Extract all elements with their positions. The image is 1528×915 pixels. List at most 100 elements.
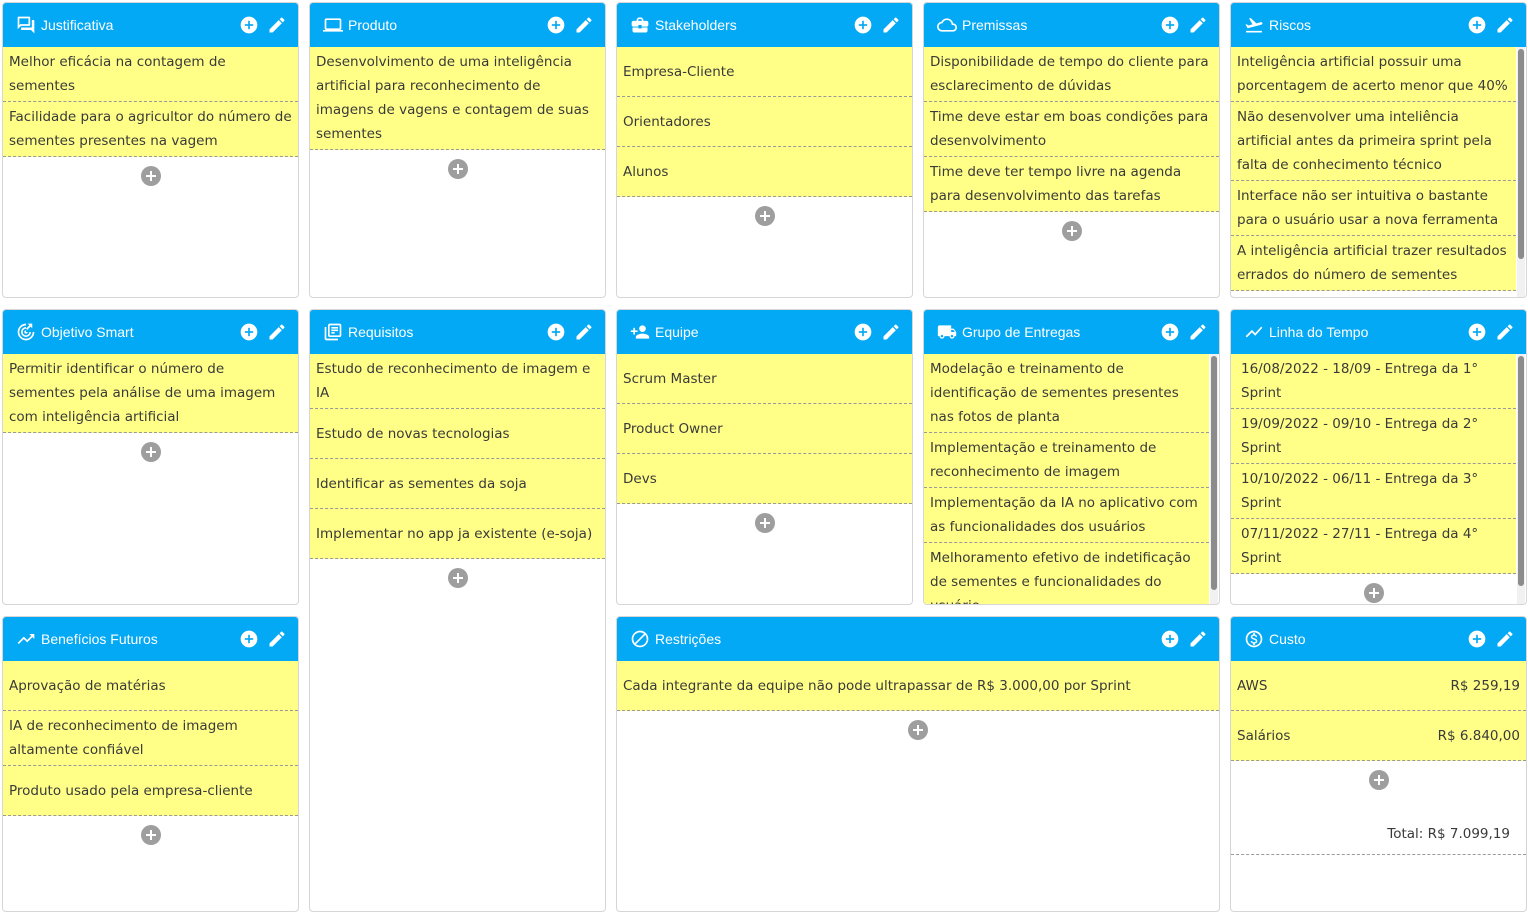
add-note-button[interactable]: [754, 206, 775, 226]
pencil-icon[interactable]: [1494, 321, 1516, 343]
note-card[interactable]: Estudo de novas tecnologias: [310, 409, 605, 459]
truck-icon: [936, 321, 958, 343]
plus-circle-icon[interactable]: [1159, 321, 1181, 343]
panel-title: Objetivo Smart: [41, 324, 134, 340]
panel-objetivo-smart: Objetivo Smart Permitir identificar o nú…: [2, 309, 299, 605]
note-card[interactable]: Melhoramento efetivo de indetificação de…: [924, 543, 1209, 604]
note-card[interactable]: Scrum Master: [617, 354, 912, 404]
chat-icon: [15, 14, 37, 36]
add-note-button[interactable]: [447, 568, 468, 588]
note-card[interactable]: Implementar no app ja existente (e-soja): [310, 509, 605, 559]
plus-circle-icon[interactable]: [1466, 628, 1488, 650]
note-card[interactable]: Time deve estar em boas condições para d…: [924, 102, 1219, 157]
panel-title: Benefícios Futuros: [41, 631, 158, 647]
note-card[interactable]: Facilidade para o agricultor do número d…: [3, 102, 298, 157]
add-note-button[interactable]: [140, 825, 161, 845]
note-card[interactable]: Melhor eficácia na contagem de sementes: [3, 47, 298, 102]
trending-up-icon: [15, 628, 37, 650]
panel-title: Grupo de Entregas: [962, 324, 1081, 340]
cost-item[interactable]: AWS R$ 259,19: [1231, 661, 1526, 711]
note-card[interactable]: Estudo de reconhecimento de imagem e IA: [310, 354, 605, 409]
pencil-icon[interactable]: [1187, 628, 1209, 650]
add-note-button[interactable]: [1061, 221, 1082, 241]
plus-circle-icon[interactable]: [852, 14, 874, 36]
add-note-button[interactable]: [908, 720, 928, 740]
note-card[interactable]: 10/10/2022 - 06/11 - Entrega da 3° Sprin…: [1231, 464, 1516, 519]
note-card[interactable]: Permitir identificar o número de semente…: [3, 354, 298, 433]
cost-item[interactable]: Salários R$ 6.840,00: [1231, 711, 1526, 761]
add-note-button[interactable]: [140, 166, 161, 186]
panel-body: Scrum Master Product Owner Devs: [617, 354, 912, 604]
panel-body: Inteligência artificial possuir uma porc…: [1231, 47, 1516, 297]
scrollbar[interactable]: [1210, 354, 1218, 604]
pencil-icon[interactable]: [266, 321, 288, 343]
plus-circle-icon[interactable]: [1159, 14, 1181, 36]
note-card[interactable]: Implementação da IA no aplicativo com as…: [924, 488, 1209, 543]
pencil-icon[interactable]: [266, 14, 288, 36]
panel-body: Empresa-Cliente Orientadores Alunos: [617, 47, 912, 297]
pencil-icon[interactable]: [1187, 14, 1209, 36]
note-card[interactable]: A inteligência artificial trazer resulta…: [1231, 236, 1516, 291]
note-card[interactable]: Orientadores: [617, 97, 912, 147]
panel-equipe: Equipe Scrum Master Product Owner Devs: [616, 309, 913, 605]
plus-circle-icon[interactable]: [1466, 14, 1488, 36]
pencil-icon[interactable]: [1187, 321, 1209, 343]
note-card[interactable]: Devs: [617, 454, 912, 504]
note-card[interactable]: 16/08/2022 - 18/09 - Entrega da 1° Sprin…: [1231, 354, 1516, 409]
panel-title: Justificativa: [41, 17, 114, 33]
pencil-icon[interactable]: [573, 321, 595, 343]
note-card[interactable]: Identificar as sementes da soja: [310, 459, 605, 509]
panel-body: Modelação e treinamento de identificação…: [924, 354, 1209, 604]
pencil-icon[interactable]: [266, 628, 288, 650]
note-card[interactable]: IA de reconhecimento de imagem altamente…: [3, 711, 298, 766]
plus-circle-icon[interactable]: [238, 321, 260, 343]
panel-body: Disponibilidade de tempo do cliente para…: [924, 47, 1219, 297]
note-card[interactable]: Implementação e treinamento de reconheci…: [924, 433, 1209, 488]
note-card[interactable]: Empresa-Cliente: [617, 47, 912, 97]
briefcase-icon: [629, 14, 651, 36]
panel-title: Linha do Tempo: [1269, 324, 1369, 340]
plus-circle-icon[interactable]: [852, 321, 874, 343]
plus-circle-icon[interactable]: [238, 14, 260, 36]
add-note-button[interactable]: [754, 513, 775, 533]
add-note-button[interactable]: [447, 159, 468, 179]
pencil-icon[interactable]: [1494, 628, 1516, 650]
pencil-icon[interactable]: [1494, 14, 1516, 36]
panel-body: Permitir identificar o número de semente…: [3, 354, 298, 604]
panel-custo: Custo AWS R$ 259,19 Salários R$ 6.840,00…: [1230, 616, 1527, 912]
plus-circle-icon[interactable]: [238, 628, 260, 650]
scrollbar[interactable]: [1517, 47, 1525, 297]
panel-riscos: Riscos Inteligência artificial possuir u…: [1230, 2, 1527, 298]
cost-amount: R$ 6.840,00: [1437, 727, 1520, 744]
note-card[interactable]: Não desenvolver uma inteliência artifici…: [1231, 102, 1516, 181]
note-card[interactable]: Interface não ser intuitiva o bastante p…: [1231, 181, 1516, 236]
note-card[interactable]: Aprovação de matérias: [3, 661, 298, 711]
cost-amount: R$ 259,19: [1450, 677, 1521, 694]
plus-circle-icon[interactable]: [1159, 628, 1181, 650]
pencil-icon[interactable]: [880, 14, 902, 36]
note-card[interactable]: Alunos: [617, 147, 912, 197]
note-card[interactable]: Time deve ter tempo livre na agenda para…: [924, 157, 1219, 212]
panel-header: Custo: [1231, 617, 1526, 661]
add-note-button[interactable]: [1368, 770, 1389, 790]
panel-justificativa: Justificativa Melhor eficácia na contage…: [2, 2, 299, 298]
note-card[interactable]: Modelação e treinamento de identificação…: [924, 354, 1209, 433]
add-note-button[interactable]: [140, 442, 161, 462]
note-card[interactable]: Product Owner: [617, 404, 912, 454]
note-card[interactable]: 07/11/2022 - 27/11 - Entrega da 4° Sprin…: [1231, 519, 1516, 574]
note-card[interactable]: Cada integrante da equipe não pode ultra…: [617, 661, 1219, 711]
note-card[interactable]: Desenvolvimento de uma inteligência arti…: [310, 47, 605, 150]
note-card[interactable]: Disponibilidade de tempo do cliente para…: [924, 47, 1219, 102]
plus-circle-icon[interactable]: [545, 14, 567, 36]
scrollbar[interactable]: [1517, 354, 1525, 604]
panel-requisitos: Requisitos Estudo de reconhecimento de i…: [309, 309, 606, 912]
panel-header: Grupo de Entregas: [924, 310, 1219, 354]
plus-circle-icon[interactable]: [1466, 321, 1488, 343]
pencil-icon[interactable]: [880, 321, 902, 343]
note-card[interactable]: Inteligência artificial possuir uma porc…: [1231, 47, 1516, 102]
pencil-icon[interactable]: [573, 14, 595, 36]
note-card[interactable]: Produto usado pela empresa-cliente: [3, 766, 298, 816]
add-note-button[interactable]: [1363, 583, 1384, 603]
note-card[interactable]: 19/09/2022 - 09/10 - Entrega da 2° Sprin…: [1231, 409, 1516, 464]
plus-circle-icon[interactable]: [545, 321, 567, 343]
